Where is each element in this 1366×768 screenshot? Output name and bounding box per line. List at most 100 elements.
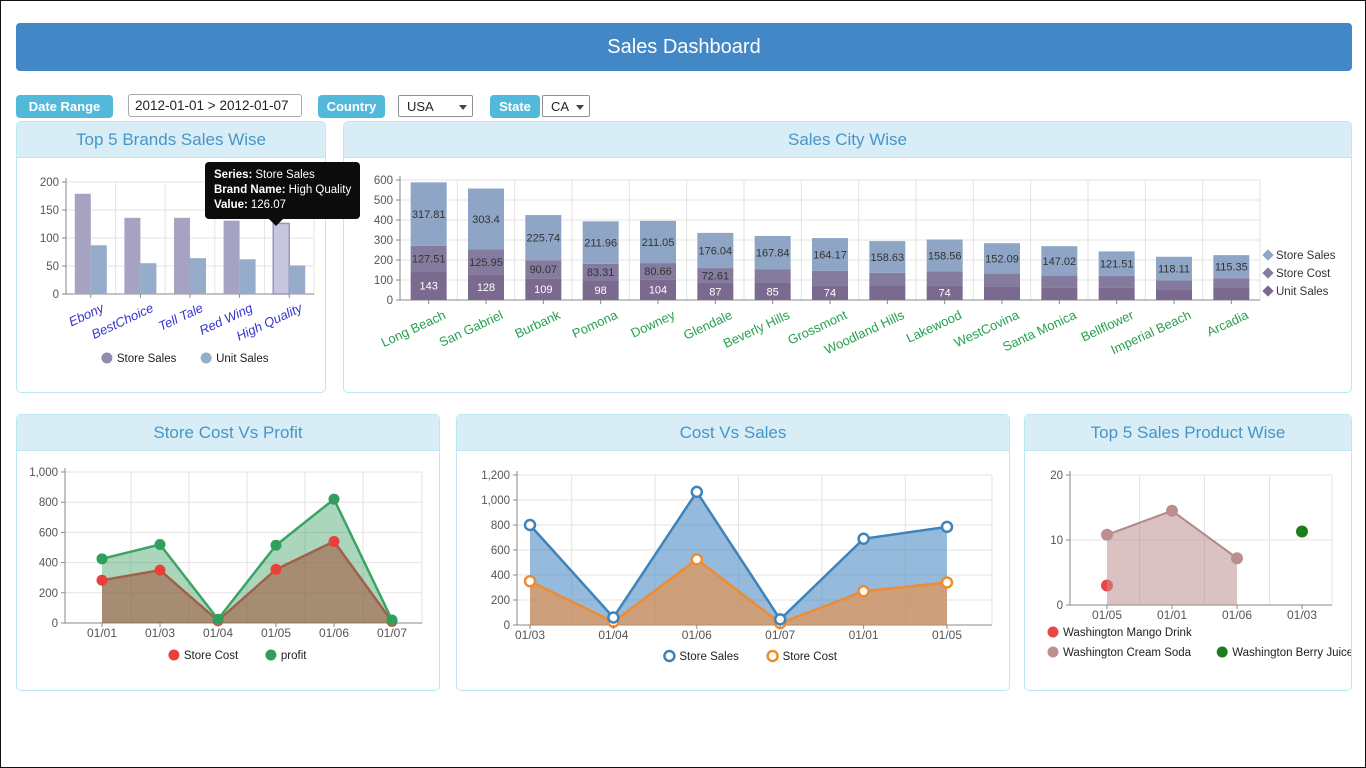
legend-marker[interactable] bbox=[101, 353, 112, 364]
legend-label: Store Cost bbox=[184, 650, 239, 662]
y-axis-label: 20 bbox=[1050, 470, 1063, 482]
y-axis-label: 200 bbox=[374, 255, 393, 267]
legend-marker[interactable] bbox=[1217, 647, 1228, 658]
cost-sales-area-chart[interactable]: 02004006008001,0001,20001/0301/0401/0601… bbox=[457, 451, 1009, 690]
data-point[interactable] bbox=[1166, 505, 1178, 517]
y-axis-label: 10 bbox=[1050, 535, 1063, 547]
legend-marker[interactable] bbox=[1048, 627, 1059, 638]
country-button[interactable]: Country bbox=[318, 95, 385, 118]
data-point[interactable] bbox=[608, 613, 618, 623]
bar[interactable] bbox=[273, 223, 289, 294]
bar-segment[interactable] bbox=[1213, 278, 1249, 288]
value-label: 104 bbox=[649, 285, 667, 297]
cost-profit-area-chart[interactable]: 02004006008001,00001/0101/0301/0401/0501… bbox=[17, 451, 439, 690]
data-point[interactable] bbox=[271, 540, 282, 551]
country-select[interactable]: USA bbox=[398, 95, 473, 117]
data-point[interactable] bbox=[1231, 552, 1243, 564]
data-point[interactable] bbox=[525, 520, 535, 530]
data-point[interactable] bbox=[329, 536, 340, 547]
data-point[interactable] bbox=[1101, 529, 1113, 541]
value-label: 109 bbox=[534, 284, 552, 296]
date-range-input[interactable] bbox=[128, 94, 302, 117]
bar-segment[interactable] bbox=[984, 286, 1020, 300]
series-area[interactable] bbox=[1107, 511, 1237, 605]
data-point[interactable] bbox=[155, 565, 166, 576]
legend-marker[interactable] bbox=[1262, 267, 1273, 278]
bar-segment[interactable] bbox=[1041, 288, 1077, 300]
x-axis-label: 01/06 bbox=[319, 626, 349, 640]
state-select[interactable]: CA bbox=[542, 95, 590, 117]
value-label: 121.51 bbox=[1100, 259, 1134, 271]
state-button[interactable]: State bbox=[490, 95, 540, 118]
data-point[interactable] bbox=[942, 578, 952, 588]
legend-marker[interactable] bbox=[1262, 285, 1273, 296]
data-point[interactable] bbox=[859, 534, 869, 544]
bar[interactable] bbox=[124, 218, 140, 294]
y-axis-label: 0 bbox=[504, 620, 510, 632]
bar-segment[interactable] bbox=[755, 270, 791, 284]
data-point[interactable] bbox=[942, 522, 952, 532]
data-point[interactable] bbox=[97, 553, 108, 564]
bar[interactable] bbox=[140, 263, 156, 294]
data-point[interactable] bbox=[692, 487, 702, 497]
y-axis-label: 1,000 bbox=[29, 467, 58, 479]
bar[interactable] bbox=[75, 194, 91, 294]
legend-marker[interactable] bbox=[664, 651, 674, 661]
legend-marker[interactable] bbox=[1048, 647, 1059, 658]
x-axis-label: 01/03 bbox=[145, 626, 175, 640]
bar-segment[interactable] bbox=[1213, 288, 1249, 300]
value-label: 176.04 bbox=[699, 245, 733, 257]
data-point[interactable] bbox=[329, 494, 340, 505]
data-point[interactable] bbox=[271, 564, 282, 575]
page-title: Sales Dashboard bbox=[607, 36, 760, 59]
value-label: 90.07 bbox=[530, 264, 558, 276]
legend-marker[interactable] bbox=[768, 651, 778, 661]
bar-segment[interactable] bbox=[1099, 276, 1135, 288]
legend-marker[interactable] bbox=[201, 353, 212, 364]
date-range-button[interactable]: Date Range bbox=[16, 95, 113, 118]
data-point[interactable] bbox=[155, 539, 166, 550]
bar-segment[interactable] bbox=[1041, 276, 1077, 288]
tooltip-series-value: Store Sales bbox=[255, 169, 314, 181]
bar-segment[interactable] bbox=[1156, 290, 1192, 300]
bar-segment[interactable] bbox=[1099, 287, 1135, 300]
value-label: 72.61 bbox=[702, 270, 730, 282]
bar-segment[interactable] bbox=[812, 271, 848, 285]
data-point[interactable] bbox=[775, 614, 785, 624]
y-axis-label: 200 bbox=[491, 595, 510, 607]
bar[interactable] bbox=[174, 218, 190, 294]
bar-segment[interactable] bbox=[869, 273, 905, 286]
tooltip-series-row: Series:Store Sales bbox=[214, 168, 351, 183]
y-axis-label: 400 bbox=[39, 558, 58, 570]
bar-segment[interactable] bbox=[1156, 280, 1192, 290]
y-axis-label: 0 bbox=[53, 289, 59, 301]
data-point[interactable] bbox=[97, 575, 108, 586]
bar[interactable] bbox=[91, 245, 107, 294]
bar-segment[interactable] bbox=[927, 271, 963, 285]
y-axis-label: 100 bbox=[374, 275, 393, 287]
products-scatter-chart[interactable]: 0102001/0501/0101/0601/03Washington Mang… bbox=[1025, 451, 1351, 690]
bar-segment[interactable] bbox=[984, 274, 1020, 287]
bar[interactable] bbox=[289, 265, 305, 294]
panel-title-cities: Sales City Wise bbox=[344, 122, 1351, 158]
value-label: 317.81 bbox=[412, 209, 446, 221]
chart-tooltip: Series:Store Sales Brand Name:High Quali… bbox=[205, 162, 360, 219]
data-point[interactable] bbox=[1296, 526, 1308, 538]
bar[interactable] bbox=[190, 258, 206, 294]
legend-label: Washington Berry Juice bbox=[1232, 647, 1351, 659]
y-axis-label: 800 bbox=[491, 520, 510, 532]
cities-stacked-bar-chart[interactable]: 0100200300400500600143127.51317.81Long B… bbox=[344, 158, 1351, 392]
legend-label: Store Sales bbox=[679, 651, 739, 663]
panel-title-cost-sales: Cost Vs Sales bbox=[457, 415, 1009, 451]
legend-marker[interactable] bbox=[168, 650, 179, 661]
value-label: 87 bbox=[709, 286, 721, 298]
bar[interactable] bbox=[240, 259, 256, 294]
legend-marker[interactable] bbox=[1262, 249, 1273, 260]
legend-label: Store Sales bbox=[1276, 250, 1336, 262]
data-point[interactable] bbox=[859, 586, 869, 596]
data-point[interactable] bbox=[525, 576, 535, 586]
bar[interactable] bbox=[224, 221, 240, 294]
bar-segment[interactable] bbox=[869, 286, 905, 300]
data-point[interactable] bbox=[692, 554, 702, 564]
legend-marker[interactable] bbox=[265, 650, 276, 661]
